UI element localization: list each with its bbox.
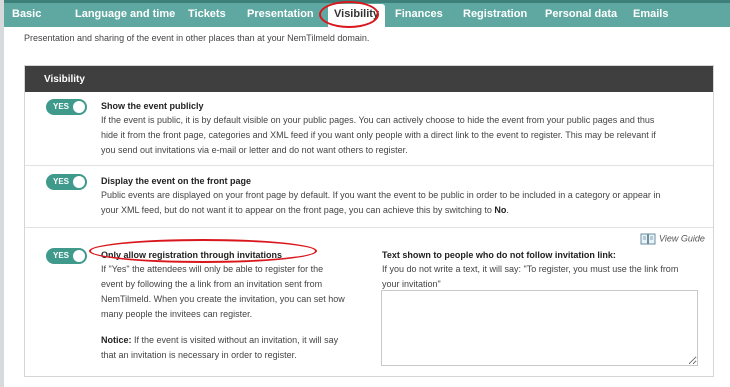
toggle-knob: [73, 176, 85, 188]
toggle-label: YES: [53, 251, 70, 260]
toggle-label: YES: [53, 177, 70, 186]
desc-line: Public events are displayed on your fron…: [101, 190, 661, 200]
notice-label: Notice:: [101, 335, 132, 345]
setting-description: If the event is public, it is by default…: [101, 113, 711, 158]
tab-basic[interactable]: Basic: [12, 8, 41, 20]
tab-emails[interactable]: Emails: [633, 8, 668, 20]
page-intro: Presentation and sharing of the event in…: [24, 33, 370, 43]
tab-tickets[interactable]: Tickets: [188, 8, 226, 20]
toggle-knob: [73, 101, 85, 113]
text-field-label: Text shown to people who do not follow i…: [382, 250, 616, 260]
front-page-toggle[interactable]: YES: [46, 174, 87, 190]
tab-language-and-time[interactable]: Language and time: [75, 8, 175, 20]
tab-personal-data[interactable]: Personal data: [545, 8, 617, 20]
view-guide-label: View Guide: [659, 233, 705, 244]
text-field-help: If you do not write a text, it will say:…: [382, 262, 707, 292]
setting-description: Public events are displayed on your fron…: [101, 188, 711, 218]
setting-description: If "Yes" the attendees will only be able…: [101, 262, 376, 322]
tab-registration[interactable]: Registration: [463, 8, 527, 20]
desc-line: hide it from the front page, categories …: [101, 130, 656, 140]
tab-visibility[interactable]: Visibility: [328, 4, 386, 30]
panel-header: Visibility: [25, 66, 713, 92]
desc-line: you send out invitations via e-mail or l…: [101, 145, 408, 155]
desc-line: event by following the a link from an in…: [101, 279, 323, 289]
help-line: If you do not write a text, it will say:…: [382, 264, 679, 274]
setting-title: Display the event on the front page: [101, 176, 252, 186]
tab-finances[interactable]: Finances: [395, 8, 443, 20]
row-divider: [25, 165, 713, 166]
desc-text: .: [506, 205, 509, 215]
setting-title: Show the event publicly: [101, 101, 204, 111]
notice-line: that an invitation is necessary in order…: [101, 350, 297, 360]
setting-title: Only allow registration through invitati…: [101, 250, 283, 260]
show-publicly-toggle[interactable]: YES: [46, 99, 87, 115]
tab-presentation[interactable]: Presentation: [247, 8, 314, 20]
desc-line: If the event is public, it is by default…: [101, 115, 655, 125]
notice-body: If the event is visited without an invit…: [131, 335, 339, 345]
invitation-only-toggle[interactable]: YES: [46, 248, 87, 264]
desc-line: If "Yes" the attendees will only be able…: [101, 264, 324, 274]
book-icon: [640, 233, 656, 245]
desc-line: many people the invitees can register.: [101, 309, 253, 319]
desc-text: your XML feed, but do not want it to app…: [101, 205, 495, 215]
notice-text: Notice: If the event is visited without …: [101, 333, 376, 363]
tab-bar: Basic Language and time Tickets Presenta…: [4, 0, 730, 30]
notice-line: Notice: If the event is visited without …: [101, 333, 376, 348]
invitation-text-field[interactable]: [381, 290, 698, 366]
toggle-knob: [73, 250, 85, 262]
view-guide-link[interactable]: View Guide: [640, 233, 705, 245]
desc-line: your XML feed, but do not want it to app…: [101, 203, 711, 218]
desc-bold: No: [494, 205, 507, 215]
panel-title: Visibility: [44, 74, 85, 85]
row-divider: [25, 227, 713, 228]
desc-line: NemTilmeld. When you create the invitati…: [101, 294, 345, 304]
toggle-label: YES: [53, 102, 70, 111]
